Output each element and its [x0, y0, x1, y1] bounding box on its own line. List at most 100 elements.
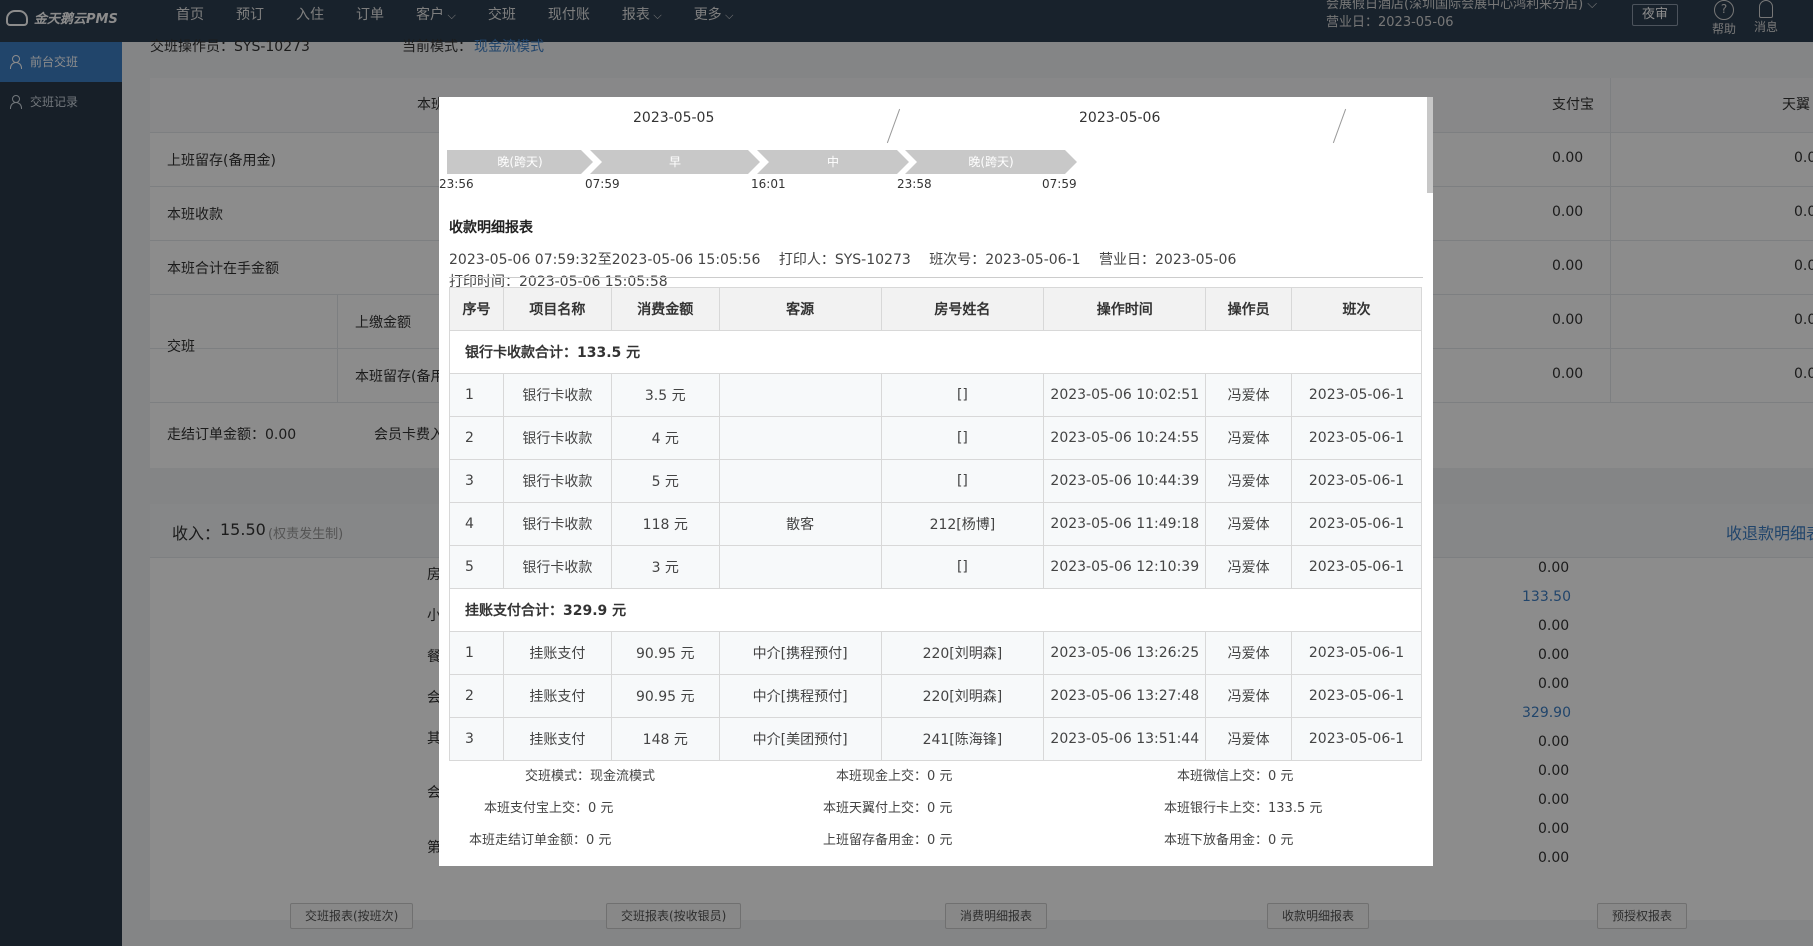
- column-header: 项目名称: [502, 287, 612, 331]
- report-printer: 打印人：SYS-10273: [778, 252, 911, 268]
- table-cell: 银行卡收款: [502, 416, 612, 460]
- payment-detail-table: 序号 项目名称 消费金额 客源 房号姓名 操作时间 操作员 班次 银行卡收款合计：133.5 …: [449, 287, 1422, 761]
- footer-wechat-handed: 本班微信上交：0 元: [1177, 769, 1294, 784]
- table-cell: 银行卡收款: [502, 459, 612, 503]
- table-cell: 5 元: [610, 459, 720, 503]
- table-cell: 220[刘明森]: [880, 631, 1045, 675]
- table-cell: 1: [449, 373, 504, 417]
- shift-chevron[interactable]: 晚(跨天): [447, 150, 593, 174]
- footer-alipay-handed: 本班支付宝上交：0 元: [484, 801, 614, 816]
- shift-chevron[interactable]: 中: [757, 150, 909, 174]
- table-cell: 3.5 元: [610, 373, 720, 417]
- table-cell: []: [880, 373, 1045, 417]
- table-cell: [718, 459, 882, 503]
- table-cell: 挂账支付: [502, 631, 612, 675]
- table-cell: 2023-05-06-1: [1291, 631, 1422, 675]
- report-title: 收款明细报表: [449, 220, 533, 236]
- table-cell: 中介[携程预付]: [718, 631, 882, 675]
- table-cell: 2023-05-06 13:51:44: [1043, 717, 1207, 761]
- table-cell: 2023-05-06-1: [1291, 674, 1422, 718]
- table-cell: 4: [449, 502, 504, 546]
- footer-bankcard-handed: 本班银行卡上交：133.5 元: [1164, 801, 1323, 816]
- column-header: 操作员: [1205, 287, 1293, 331]
- table-cell: 冯爱体: [1205, 416, 1293, 460]
- table-header-row: 序号 项目名称 消费金额 客源 房号姓名 操作时间 操作员 班次: [449, 287, 1422, 331]
- table-cell: 2023-05-06-1: [1291, 373, 1422, 417]
- table-cell: 冯爱体: [1205, 373, 1293, 417]
- timeline-divider: [1332, 108, 1347, 144]
- table-cell: 挂账支付: [502, 717, 612, 761]
- table-cell: 4 元: [610, 416, 720, 460]
- column-header: 操作时间: [1043, 287, 1207, 331]
- table-cell: 90.95 元: [610, 631, 720, 675]
- report-shift-no: 班次号：2023-05-06-1: [929, 252, 1081, 268]
- column-header: 消费金额: [610, 287, 720, 331]
- footer-checkout-amount: 本班走结订单金额：0 元: [469, 833, 612, 848]
- table-cell: 1: [449, 631, 504, 675]
- table-cell: 冯爱体: [1205, 717, 1293, 761]
- column-header: 序号: [449, 287, 504, 331]
- table-cell: 银行卡收款: [502, 502, 612, 546]
- table-cell: 冯爱体: [1205, 674, 1293, 718]
- modal-scrollbar[interactable]: [1427, 97, 1433, 193]
- divider: [449, 277, 1423, 278]
- timeline-date: 2023-05-06: [1079, 110, 1161, 126]
- table-cell: 2: [449, 674, 504, 718]
- payment-detail-report-modal: 2023-05-05 2023-05-06 晚(跨天) 早 中 晚(跨天) 23…: [439, 97, 1433, 866]
- table-row: 3 挂账支付 148 元中介[美团预付] 241[陈海锋] 2023-05-06 13:…: [449, 717, 1422, 761]
- group-summary-row: 银行卡收款合计：133.5 元: [449, 330, 1422, 374]
- table-row: 3 银行卡收款 5 元 [] 2023-05-06 10:44:39 冯爱体 2023-05…: [449, 459, 1422, 503]
- table-cell: 冯爱体: [1205, 502, 1293, 546]
- table-cell: 挂账支付: [502, 674, 612, 718]
- table-cell: 2023-05-06-1: [1291, 717, 1422, 761]
- table-cell: [718, 373, 882, 417]
- column-header: 房号姓名: [880, 287, 1045, 331]
- footer-cash-handed: 本班现金上交：0 元: [836, 769, 953, 784]
- table-cell: 118 元: [610, 502, 720, 546]
- shift-time: 16:01: [751, 177, 786, 191]
- shift-chevron[interactable]: 早: [590, 150, 760, 174]
- table-cell: 冯爱体: [1205, 545, 1293, 589]
- shift-time: 23:58: [897, 177, 932, 191]
- table-cell: 2023-05-06 13:26:25: [1043, 631, 1207, 675]
- table-row: 5 银行卡收款 3 元 [] 2023-05-06 12:10:39 冯爱体 2023-05…: [449, 545, 1422, 589]
- shift-time: 23:56: [439, 177, 474, 191]
- timeline-date: 2023-05-05: [633, 110, 715, 126]
- table-cell: 2023-05-06 13:27:48: [1043, 674, 1207, 718]
- report-business-day: 营业日：2023-05-06: [1099, 252, 1237, 268]
- table-cell: []: [880, 545, 1045, 589]
- table-cell: 241[陈海锋]: [880, 717, 1045, 761]
- table-cell: 2: [449, 416, 504, 460]
- group-summary-row: 挂账支付合计：329.9 元: [449, 588, 1422, 632]
- table-cell: [718, 416, 882, 460]
- table-cell: 90.95 元: [610, 674, 720, 718]
- table-cell: 3: [449, 459, 504, 503]
- table-body: 银行卡收款合计：133.5 元 1 银行卡收款 3.5 元[] 2023-05-06 1…: [449, 330, 1422, 761]
- table-cell: 2023-05-06-1: [1291, 459, 1422, 503]
- shift-time: 07:59: [585, 177, 620, 191]
- table-cell: 2023-05-06-1: [1291, 502, 1422, 546]
- timeline-divider: [886, 108, 901, 144]
- shift-chevron[interactable]: 晚(跨天): [905, 150, 1077, 174]
- table-cell: 148 元: [610, 717, 720, 761]
- table-cell: []: [880, 459, 1045, 503]
- shift-time: 07:59: [1042, 177, 1077, 191]
- table-cell: 银行卡收款: [502, 373, 612, 417]
- table-cell: 冯爱体: [1205, 631, 1293, 675]
- table-cell: 2023-05-06-1: [1291, 545, 1422, 589]
- column-header: 班次: [1291, 287, 1422, 331]
- table-cell: [718, 545, 882, 589]
- column-header: 客源: [718, 287, 882, 331]
- table-cell: 散客: [718, 502, 882, 546]
- table-cell: 银行卡收款: [502, 545, 612, 589]
- table-cell: 5: [449, 545, 504, 589]
- table-row: 1 银行卡收款 3.5 元 [] 2023-05-06 10:02:51 冯爱体 2023-…: [449, 373, 1422, 417]
- table-row: 1 挂账支付 90.95 元中介[携程预付] 220[刘明森] 2023-05-06 1…: [449, 631, 1422, 675]
- table-cell: 2023-05-06 10:24:55: [1043, 416, 1207, 460]
- group-total: 挂账支付合计：329.9 元: [449, 588, 1422, 632]
- table-cell: 220[刘明森]: [880, 674, 1045, 718]
- report-period: 2023-05-06 07:59:32至2023-05-06 15:05:56: [449, 252, 761, 268]
- table-cell: 3: [449, 717, 504, 761]
- table-row: 2 挂账支付 90.95 元中介[携程预付] 220[刘明森] 2023-05-06 1…: [449, 674, 1422, 718]
- group-total: 银行卡收款合计：133.5 元: [449, 330, 1422, 374]
